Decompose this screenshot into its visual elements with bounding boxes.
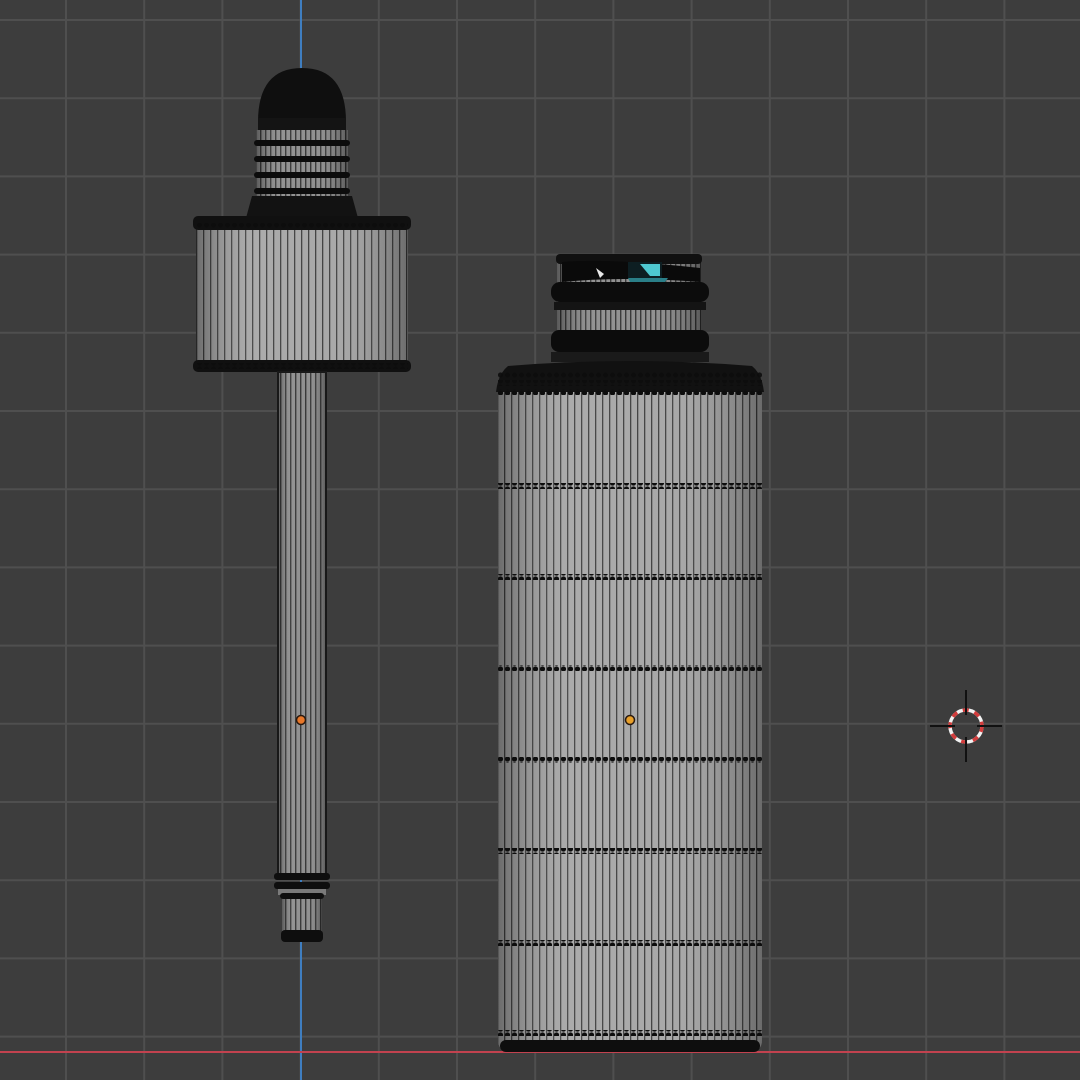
dropper-cap[interactable] xyxy=(193,216,411,372)
dropper-pipette[interactable] xyxy=(274,371,330,942)
dropper-origin-point[interactable] xyxy=(295,714,307,726)
bottle-body[interactable] xyxy=(496,361,764,1052)
bottle-neck[interactable] xyxy=(551,254,709,362)
3d-cursor-icon[interactable] xyxy=(930,690,1002,762)
bottle-object[interactable] xyxy=(496,254,764,1052)
3d-viewport[interactable] xyxy=(0,0,1080,1080)
viewport-canvas[interactable] xyxy=(0,0,1080,1080)
bottle-origin-point[interactable] xyxy=(624,714,636,726)
dropper-bulb[interactable] xyxy=(246,68,358,218)
